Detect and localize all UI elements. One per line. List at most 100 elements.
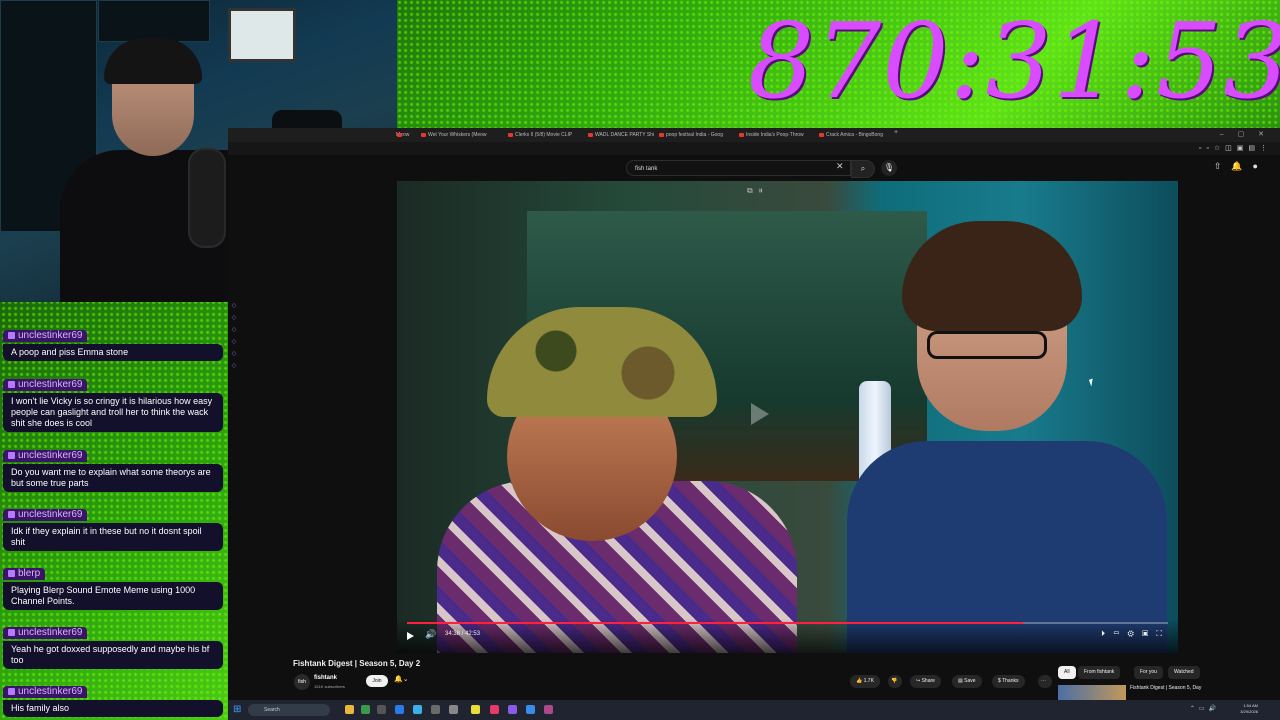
chat-text: His family also <box>3 700 223 717</box>
glasses <box>927 331 1047 359</box>
chat-message: unclestinker69 His family also <box>3 682 223 717</box>
chat-text: A poop and piss Emma stone <box>3 344 223 361</box>
dislike-button[interactable]: 👎 <box>888 675 902 688</box>
thumbs-up-icon: 👍 <box>856 678 864 684</box>
save-button[interactable]: ▤ Save <box>952 675 982 688</box>
system-tray-icons[interactable]: ⌃▭🔊 <box>1190 705 1220 712</box>
sub-badge-icon <box>8 381 15 388</box>
search-icon: ⌕ <box>860 164 866 173</box>
video-player[interactable]: ⧉⏸ 🔊 34:38 / 42:53 ⏵▭⚙▣⛶ <box>397 181 1178 653</box>
progress-bar[interactable] <box>407 622 1168 624</box>
more-icon: ⋯ <box>1041 678 1046 684</box>
sub-badge-icon <box>8 452 15 459</box>
chat-username[interactable]: unclestinker69 <box>3 378 88 391</box>
background-monitor <box>228 8 296 62</box>
chat-message: unclestinker69 A poop and piss Emma ston… <box>3 326 223 361</box>
stream-timer: 870:31:53 <box>748 0 1280 122</box>
video-frame <box>397 181 1178 653</box>
chat-username[interactable]: unclestinker69 <box>3 449 88 462</box>
header-actions[interactable]: ⇧🔔● <box>1214 161 1268 172</box>
browser-tab[interactable]: poop festival India - Goog <box>658 130 723 140</box>
chip-from-channel[interactable]: From fishtank <box>1078 666 1121 679</box>
youtube-sidebar-icons[interactable]: ◇ ◇ ◇ ◇ ◇ ◇ <box>229 300 239 400</box>
chat-text: Idk if they explain it in these but no i… <box>3 523 223 551</box>
more-button[interactable]: ⋯ <box>1038 675 1052 688</box>
app-icon[interactable] <box>544 705 553 714</box>
youtube-header: fish tank ✕ ⌕ 🎙 ⇧🔔● <box>228 155 1280 181</box>
join-button[interactable]: Join <box>366 675 388 687</box>
window-controls[interactable]: – ▢ ✕ <box>1220 130 1270 138</box>
app-icon[interactable] <box>377 705 386 714</box>
chat-username[interactable]: unclestinker69 <box>3 626 88 639</box>
taskbar-clock[interactable]: 1:54 AM 3/29/2026 <box>1240 703 1258 715</box>
chip-for-you[interactable]: For you <box>1134 666 1163 679</box>
app-icon[interactable] <box>471 705 480 714</box>
app-icon[interactable] <box>413 705 422 714</box>
sub-badge-icon <box>8 570 15 577</box>
chat-username[interactable]: unclestinker69 <box>3 329 88 342</box>
chat-text: Yeah he got doxxed supposedly and maybe … <box>3 641 223 669</box>
chat-username[interactable]: unclestinker69 <box>3 508 88 521</box>
taskbar-search[interactable]: Search <box>248 704 330 716</box>
channel-avatar[interactable]: fish <box>294 674 310 690</box>
microphone <box>188 148 226 248</box>
thanks-button[interactable]: $ Thanks <box>992 675 1025 688</box>
like-button[interactable]: 👍 1.7K <box>850 675 880 688</box>
windows-start-icon[interactable]: ⊞ <box>233 704 241 715</box>
chat-text: I won't lie Vicky is so cringy it is hil… <box>3 393 223 432</box>
browser-tab[interactable]: Meow <box>396 130 409 140</box>
browser-tab[interactable]: Wet Your Whiskers (Meow <box>420 130 487 140</box>
bell-icon[interactable]: 🔔⌄ <box>394 675 409 683</box>
sub-badge-icon <box>8 511 15 518</box>
browser-window: Meow Wet Your Whiskers (Meow Clerks II (… <box>228 128 1280 700</box>
player-overlay-icons[interactable]: ⧉⏸ <box>747 186 769 196</box>
browser-tab[interactable]: Inside India's Poop-Throw <box>738 130 804 140</box>
edge-icon[interactable] <box>395 705 404 714</box>
player-settings-icons[interactable]: ⏵▭⚙▣⛶ <box>1101 629 1170 639</box>
chat-panel: unclestinker69 A poop and piss Emma ston… <box>0 302 226 720</box>
sub-badge-icon <box>8 688 15 695</box>
chip-all[interactable]: All <box>1058 666 1076 679</box>
recommended-title[interactable]: Fishtank Digest | Season 5, Day <box>1130 685 1201 691</box>
new-tab-icon[interactable]: + <box>894 129 898 136</box>
volume-icon[interactable]: 🔊 <box>425 629 436 640</box>
chat-message: blerp Playing Blerp Sound Emote Meme usi… <box>3 564 223 610</box>
tab-strip: Meow Wet Your Whiskers (Meow Clerks II (… <box>228 128 1280 142</box>
player-controls: 🔊 34:38 / 42:53 ⏵▭⚙▣⛶ <box>397 619 1178 653</box>
chat-username[interactable]: blerp <box>3 567 46 580</box>
browser-tab[interactable]: WADL DANCE PARTY Shi <box>587 130 654 140</box>
center-play-icon[interactable] <box>751 403 769 425</box>
file-explorer-icon[interactable] <box>345 705 354 714</box>
browser-toolbar: ▫▫☆◫▣▤⋮ <box>228 142 1280 155</box>
share-button[interactable]: ↪ Share <box>910 675 941 688</box>
browser-tab[interactable]: Clerks II (5/8) Movie CLIP <box>507 130 572 140</box>
chat-message: unclestinker69 I won't lie Vicky is so c… <box>3 375 223 432</box>
search-input[interactable]: fish tank <box>626 160 851 176</box>
thumbs-down-icon: 👎 <box>891 678 898 684</box>
sub-badge-icon <box>8 332 15 339</box>
voice-search-button[interactable]: 🎙 <box>881 160 897 176</box>
app-icon[interactable] <box>431 705 440 714</box>
person-right-hair <box>902 221 1082 331</box>
app-icon[interactable] <box>490 705 499 714</box>
recommended-thumbnail[interactable] <box>1058 685 1126 700</box>
streamer-beanie <box>104 38 202 84</box>
mic-icon: 🎙 <box>883 163 895 172</box>
channel-name[interactable]: fishtank <box>314 675 337 681</box>
clear-search-icon[interactable]: ✕ <box>836 161 844 172</box>
app-icon[interactable] <box>508 705 517 714</box>
search-button[interactable]: ⌕ <box>851 160 875 178</box>
taskbar: ⊞ ⌕ Search ⌃▭🔊 1:54 AM 3/29/2026 <box>228 700 1280 720</box>
browser-tab[interactable]: Crack Amica - BingoBong <box>818 130 883 140</box>
play-button[interactable] <box>407 632 414 640</box>
extension-icons[interactable]: ▫▫☆◫▣▤⋮ <box>1199 144 1272 152</box>
app-icon[interactable] <box>526 705 535 714</box>
chat-text: Playing Blerp Sound Emote Meme using 100… <box>3 582 223 610</box>
chat-username[interactable]: unclestinker69 <box>3 685 88 698</box>
xbox-icon[interactable] <box>361 705 370 714</box>
subscriber-count: 151K subscribers <box>314 684 345 689</box>
chip-watched[interactable]: Watched <box>1168 666 1200 679</box>
time-display: 34:38 / 42:53 <box>445 631 481 637</box>
chrome-icon[interactable] <box>449 705 458 714</box>
sub-badge-icon <box>8 629 15 636</box>
